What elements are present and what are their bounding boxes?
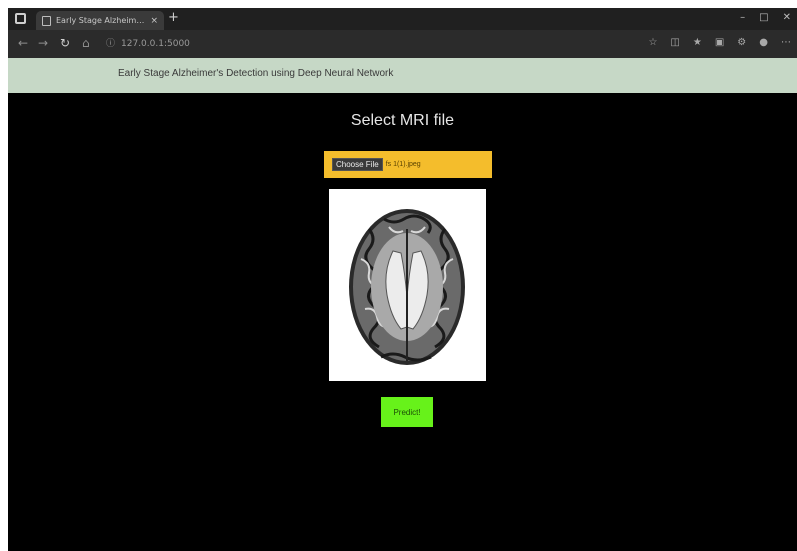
url-field[interactable]: ⓘ 127.0.0.1:5000	[106, 36, 266, 52]
app-title: Early Stage Alzheimer's Detection using …	[118, 68, 394, 79]
browser-toolbar: ☆ ◫ ★ ▣ ⚙ ● ⋯	[648, 36, 791, 50]
brain-mri-icon	[349, 209, 465, 365]
browser-window: Early Stage Alzheimer's Detecti... × + –…	[8, 8, 797, 551]
close-window-button[interactable]: ✕	[783, 10, 791, 26]
predict-button[interactable]: Predict!	[381, 397, 433, 427]
page-title: Select MRI file	[350, 112, 455, 129]
forward-arrow-icon[interactable]: →	[38, 36, 48, 50]
window-menu-icon[interactable]	[15, 13, 26, 24]
window-controls: – □ ✕	[740, 10, 791, 26]
new-tab-button[interactable]: +	[168, 11, 179, 25]
browser-tab[interactable]: Early Stage Alzheimer's Detecti... ×	[36, 11, 164, 30]
address-bar-row: ← → ↻ ⌂ ⓘ 127.0.0.1:5000 ☆ ◫ ★ ▣ ⚙ ● ⋯	[8, 30, 797, 58]
page-favicon-icon	[42, 15, 51, 26]
app-header: Early Stage Alzheimer's Detection using …	[8, 58, 797, 93]
selected-file-name: fs 1(1).jpeg	[385, 161, 421, 168]
collections-icon[interactable]: ▣	[715, 36, 724, 50]
url-text: 127.0.0.1:5000	[121, 39, 190, 49]
maximize-button[interactable]: □	[759, 10, 768, 26]
favorite-star-icon[interactable]: ☆	[648, 36, 657, 50]
profile-icon[interactable]: ●	[759, 36, 768, 50]
file-input[interactable]: Choose File fs 1(1).jpeg	[324, 151, 492, 178]
tab-strip: Early Stage Alzheimer's Detecti... × + –…	[8, 8, 797, 30]
refresh-icon[interactable]: ↻	[60, 36, 70, 50]
extensions-icon[interactable]: ⚙	[737, 36, 746, 50]
more-menu-icon[interactable]: ⋯	[781, 36, 791, 50]
choose-file-button[interactable]: Choose File	[332, 158, 383, 171]
favorites-icon[interactable]: ★	[693, 36, 702, 50]
home-icon[interactable]: ⌂	[82, 36, 90, 50]
tab-title: Early Stage Alzheimer's Detecti...	[56, 16, 147, 25]
back-arrow-icon[interactable]: ←	[18, 36, 28, 50]
split-screen-icon[interactable]: ◫	[670, 36, 679, 50]
mri-preview-image	[329, 189, 486, 381]
info-icon[interactable]: ⓘ	[106, 36, 115, 52]
tab-close-icon[interactable]: ×	[150, 16, 158, 26]
minimize-button[interactable]: –	[740, 10, 745, 26]
